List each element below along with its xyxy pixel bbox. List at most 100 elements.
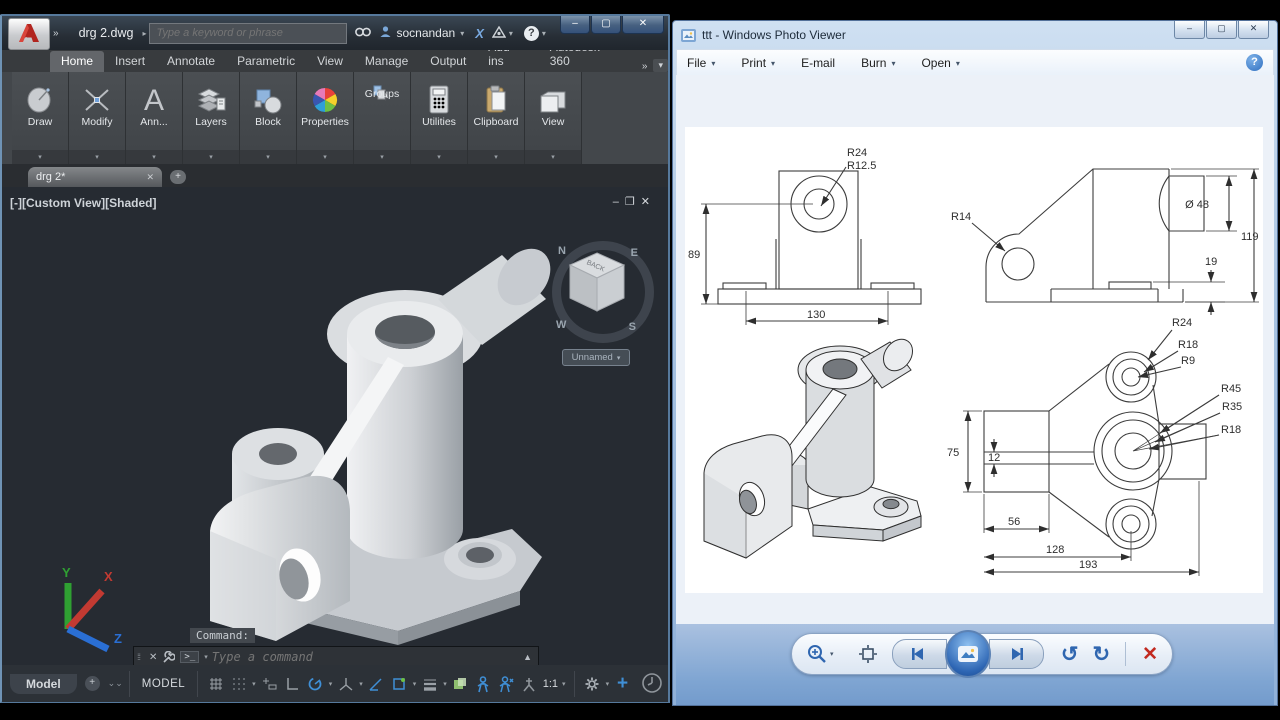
file-tab-drg2[interactable]: drg 2* ✕ [28,167,162,187]
viewport-controls-label[interactable]: [-][Custom View][Shaded] [10,196,156,210]
ribbon-tab-annotate[interactable]: Annotate [156,51,226,72]
ribbon-tab-output[interactable]: Output [419,51,477,72]
ribbon-tab-insert[interactable]: Insert [104,51,156,72]
panel-layers[interactable]: Layers ▾ [183,72,240,164]
doc-close-icon[interactable]: ✕ [641,196,656,208]
3d-model-shaded[interactable] [180,229,570,649]
pv-minimize-button[interactable]: – [1174,21,1205,39]
viewcube-view-name[interactable]: Unnamed ▾ [562,349,630,366]
lineweight-icon[interactable] [419,673,440,694]
panel-view[interactable]: View ▾ [525,72,582,164]
doc-restore-icon[interactable]: ❐ [625,196,641,208]
compass-east[interactable]: E [631,247,638,259]
pv-help-icon[interactable]: ? [1246,54,1263,71]
iso-caret-icon[interactable]: ▾ [359,680,363,688]
next-button[interactable] [989,639,1044,669]
panel-properties[interactable]: Properties ▾ [297,72,354,164]
acad-close-button[interactable]: ✕ [622,16,664,34]
delete-button[interactable]: ✕ [1142,643,1158,666]
panel-caret-icon[interactable]: ▾ [354,150,410,164]
transparency-icon[interactable] [450,673,471,694]
exchange-apps-icon[interactable]: X [475,26,484,41]
user-menu-caret-icon[interactable]: ▾ [460,29,464,38]
panel-caret-icon[interactable]: ▾ [126,150,182,164]
annotation-scale-icon[interactable] [519,673,540,694]
ortho-mode-icon[interactable] [282,673,303,694]
panel-clipboard[interactable]: Clipboard ▾ [468,72,525,164]
clock-icon[interactable] [641,672,663,699]
ribbon-tab-parametric[interactable]: Parametric [226,51,306,72]
filename-arrow-icon[interactable]: ▸ [142,29,146,38]
quick-access-expand-icon[interactable]: » [53,28,57,39]
customization-gear-icon[interactable] [582,673,603,694]
panel-modify[interactable]: Modify ▾ [69,72,126,164]
help-caret-icon[interactable]: ▾ [542,29,546,38]
ribbon-overflow-icon[interactable]: » [642,61,646,72]
photo-image[interactable]: R24 R12.5 89 130 R14 Ø 48 119 19 R24 R18… [685,127,1263,593]
panel-caret-icon[interactable]: ▾ [12,150,68,164]
ribbon-display-toggle[interactable]: ▾ [653,59,668,72]
a360-icon[interactable] [492,26,506,41]
scale-caret-icon[interactable]: ▾ [562,680,566,688]
model-viewport[interactable]: [-][Custom View][Shaded] –❐✕ [2,187,668,665]
rotate-cw-button[interactable]: ↻ [1093,642,1111,667]
command-close-icon[interactable]: ✕ [149,652,157,663]
menu-burn[interactable]: Burn▾ [861,56,895,70]
ribbon-tab-manage[interactable]: Manage [354,51,419,72]
pv-maximize-button[interactable]: ▢ [1206,21,1237,39]
panel-groups[interactable]: Groups ▾ [354,72,411,164]
command-bar[interactable]: ⁞⁞ ✕ >_ ▾ ▲ [133,646,539,665]
panel-caret-icon[interactable]: ▾ [183,150,239,164]
model-space-indicator[interactable]: MODEL [136,678,191,690]
file-tab-close-icon[interactable]: ✕ [146,172,154,183]
panel-caret-icon[interactable]: ▾ [525,150,581,164]
infer-constraints-icon[interactable] [259,673,280,694]
signed-in-username[interactable]: socnandan [396,26,455,40]
command-recent-caret-icon[interactable]: ▾ [204,653,208,661]
search-box[interactable] [149,23,347,44]
annotation-visibility-icon[interactable] [473,673,494,694]
panel-annotation[interactable]: A Ann... ▾ [126,72,183,164]
gear-caret-icon[interactable]: ▾ [606,680,610,688]
command-expand-icon[interactable]: ▲ [523,652,532,662]
panel-caret-icon[interactable]: ▾ [69,150,125,164]
ribbon-tab-home[interactable]: Home [50,51,104,72]
ribbon-tab-view[interactable]: View [306,51,354,72]
search-binoculars-icon[interactable] [355,26,371,41]
new-tab-button[interactable]: + [170,170,186,184]
acad-maximize-button[interactable]: ▢ [591,16,621,34]
viewcube-cube[interactable]: BACK [566,249,628,315]
panel-caret-icon[interactable]: ▾ [240,150,296,164]
menu-file[interactable]: File▾ [687,56,715,70]
layout-chevrons-icon[interactable]: ⌄⌄ [108,681,123,686]
viewcube[interactable]: N E S W BACK Unnamed ▾ [540,227,652,345]
new-layout-button[interactable]: + [85,676,100,691]
object-snap-icon[interactable] [389,673,410,694]
pv-close-button[interactable]: ✕ [1238,21,1269,39]
polar-caret-icon[interactable]: ▾ [329,680,333,688]
panel-caret-icon[interactable]: ▾ [411,150,467,164]
menu-open[interactable]: Open▾ [921,56,959,70]
command-input[interactable] [210,649,523,665]
panel-draw[interactable]: Draw ▾ [12,72,69,164]
model-layout-tab[interactable]: Model [10,674,77,694]
isometric-drafting-icon[interactable] [335,673,356,694]
autocad-app-button[interactable] [8,18,50,50]
help-icon[interactable]: ? [524,26,539,41]
panel-utilities[interactable]: Utilities ▾ [411,72,468,164]
command-prompt-icon[interactable]: >_ [180,651,199,663]
compass-west[interactable]: W [556,319,566,331]
compass-south[interactable]: S [629,321,636,333]
a360-caret-icon[interactable]: ▾ [509,29,513,38]
autoscale-icon[interactable] [496,673,517,694]
panel-block[interactable]: Block ▾ [240,72,297,164]
doc-minimize-icon[interactable]: – [613,196,625,208]
menu-print[interactable]: Print▾ [741,56,775,70]
snap-mode-icon[interactable] [228,673,249,694]
osnap-tracking-icon[interactable] [366,673,387,694]
osnap-caret-icon[interactable]: ▾ [413,680,417,688]
zoom-caret-icon[interactable]: ▾ [830,650,834,658]
command-wrench-icon[interactable] [162,651,175,664]
snap-caret-icon[interactable]: ▾ [252,680,256,688]
command-grip-icon[interactable]: ⁞⁞ [137,652,140,662]
